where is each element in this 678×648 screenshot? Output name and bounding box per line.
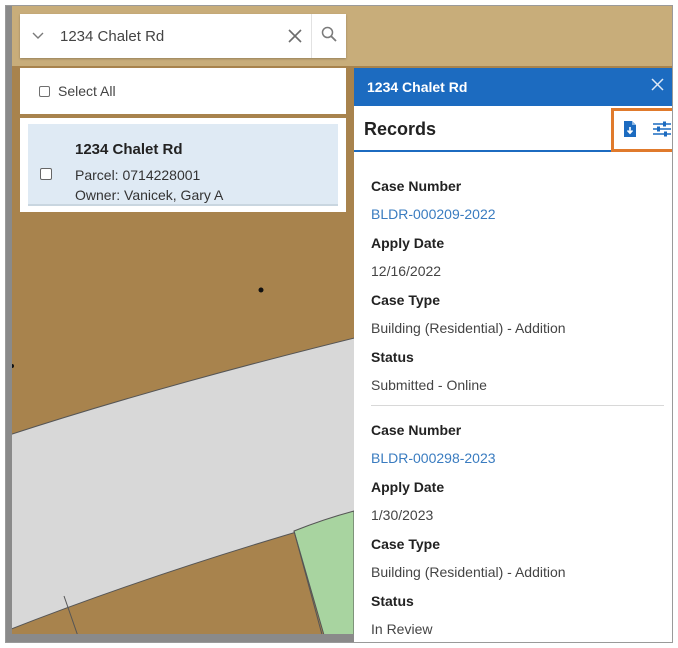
case-number-label: Case Number bbox=[371, 178, 462, 194]
status-label: Status bbox=[371, 593, 414, 609]
apply-date-value: 12/16/2022 bbox=[371, 263, 442, 279]
search-bar bbox=[20, 14, 346, 58]
panel-title: 1234 Chalet Rd bbox=[367, 79, 468, 95]
apply-date-value: 1/30/2023 bbox=[371, 507, 434, 523]
search-input[interactable] bbox=[56, 14, 279, 58]
search-button[interactable] bbox=[311, 14, 346, 58]
panel-close-button[interactable] bbox=[651, 74, 664, 96]
panel-toolbar: Records bbox=[354, 106, 672, 152]
records-panel: 1234 Chalet Rd Records Case Number BLDR-… bbox=[354, 68, 672, 642]
record-divider bbox=[371, 405, 664, 406]
result-item-owner: Owner: Vanicek, Gary A bbox=[75, 187, 224, 203]
case-type-label: Case Type bbox=[371, 292, 440, 308]
close-icon bbox=[651, 74, 664, 96]
map-point bbox=[258, 287, 264, 293]
status-label: Status bbox=[371, 349, 414, 365]
search-icon bbox=[321, 26, 337, 47]
record-item: Case Number BLDR-000209-2022 Apply Date … bbox=[354, 176, 672, 395]
case-type-value: Building (Residential) - Addition bbox=[371, 564, 566, 580]
select-all-checkbox[interactable] bbox=[39, 85, 50, 97]
caret-down-icon bbox=[32, 32, 44, 40]
status-value: Submitted - Online bbox=[371, 377, 487, 393]
select-all-bar[interactable]: Select All bbox=[20, 68, 346, 114]
select-all-label: Select All bbox=[58, 83, 116, 99]
status-value: In Review bbox=[371, 621, 433, 637]
map-park-parcel bbox=[293, 510, 355, 642]
filter-icon bbox=[653, 121, 671, 141]
result-item-parcel: Parcel: 0714228001 bbox=[75, 167, 201, 183]
records-list[interactable]: Case Number BLDR-000209-2022 Apply Date … bbox=[354, 152, 672, 639]
search-dropdown-button[interactable] bbox=[20, 14, 56, 58]
panel-header: 1234 Chalet Rd bbox=[354, 68, 672, 106]
search-clear-button[interactable] bbox=[279, 14, 311, 58]
result-item-checkbox[interactable] bbox=[40, 168, 52, 180]
record-item: Case Number BLDR-000298-2023 Apply Date … bbox=[354, 420, 672, 639]
filter-button[interactable] bbox=[653, 121, 671, 142]
toolbar-highlight bbox=[611, 108, 672, 152]
case-number-link[interactable]: BLDR-000209-2022 bbox=[371, 204, 672, 224]
case-type-value: Building (Residential) - Addition bbox=[371, 320, 566, 336]
apply-date-label: Apply Date bbox=[371, 235, 445, 251]
results-list: 1234 Chalet Rd Parcel: 0714228001 Owner:… bbox=[20, 118, 346, 212]
apply-date-label: Apply Date bbox=[371, 479, 445, 495]
case-number-link[interactable]: BLDR-000298-2023 bbox=[371, 448, 672, 468]
result-item-title: 1234 Chalet Rd bbox=[75, 141, 183, 158]
export-button[interactable] bbox=[623, 120, 637, 143]
case-number-label: Case Number bbox=[371, 422, 462, 438]
map-edge-left bbox=[6, 6, 12, 642]
export-icon bbox=[623, 121, 637, 142]
close-icon bbox=[288, 23, 302, 49]
result-item[interactable]: 1234 Chalet Rd Parcel: 0714228001 Owner:… bbox=[28, 124, 338, 206]
case-type-label: Case Type bbox=[371, 536, 440, 552]
app-frame: Select All 1234 Chalet Rd Parcel: 071422… bbox=[5, 5, 673, 643]
panel-heading: Records bbox=[364, 119, 437, 139]
